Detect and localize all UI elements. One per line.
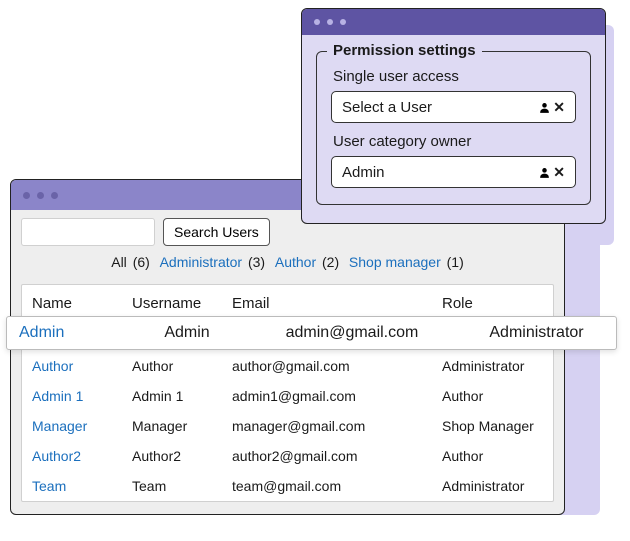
permission-settings-window: Permission settings Single user access S…: [301, 8, 606, 224]
user-category-owner-select[interactable]: Admin ✕: [331, 156, 576, 188]
clear-icon[interactable]: ✕: [553, 165, 565, 179]
cell-name[interactable]: Author2: [22, 441, 122, 471]
cell-name[interactable]: Author: [22, 351, 122, 381]
clear-icon[interactable]: ✕: [553, 100, 565, 114]
cell-username: Manager: [122, 411, 222, 441]
filter-administrator[interactable]: Administrator: [160, 254, 242, 270]
permission-settings-fieldset: Permission settings Single user access S…: [316, 51, 591, 205]
single-user-access-value: Select a User: [342, 99, 432, 116]
selected-email: admin@gmail.com: [247, 324, 457, 342]
window-dot: [37, 192, 44, 199]
cell-role: Author: [432, 381, 553, 411]
filter-shop-manager-count: (1): [447, 254, 464, 270]
cell-username: Admin 1: [122, 381, 222, 411]
filter-shop-manager[interactable]: Shop manager: [349, 254, 441, 270]
table-row[interactable]: Team Team team@gmail.com Administrator: [22, 471, 553, 501]
role-filters: All (6) Administrator (3) Author (2) Sho…: [11, 254, 564, 284]
cell-role: Administrator: [432, 351, 553, 381]
window-dot: [51, 192, 58, 199]
cell-email: team@gmail.com: [222, 471, 432, 501]
single-user-access-label: Single user access: [333, 68, 576, 85]
modal-titlebar: [302, 9, 605, 35]
cell-name[interactable]: Manager: [22, 411, 122, 441]
person-icon: [538, 166, 551, 179]
cell-email: admin1@gmail.com: [222, 381, 432, 411]
table-row[interactable]: Admin 1 Admin 1 admin1@gmail.com Author: [22, 381, 553, 411]
table-row[interactable]: Author Author author@gmail.com Administr…: [22, 351, 553, 381]
window-dot: [23, 192, 30, 199]
cell-email: author@gmail.com: [222, 351, 432, 381]
filter-all-label[interactable]: All: [111, 254, 127, 270]
window-dot: [327, 19, 333, 25]
table-row[interactable]: Manager Manager manager@gmail.com Shop M…: [22, 411, 553, 441]
cell-role: Shop Manager: [432, 411, 553, 441]
single-user-access-select[interactable]: Select a User ✕: [331, 91, 576, 123]
filter-administrator-count: (3): [248, 254, 265, 270]
cell-name[interactable]: Admin 1: [22, 381, 122, 411]
permission-settings-legend: Permission settings: [327, 42, 482, 59]
window-dot: [314, 19, 320, 25]
cell-email: author2@gmail.com: [222, 441, 432, 471]
cell-role: Administrator: [432, 471, 553, 501]
search-input[interactable]: [21, 218, 155, 246]
filter-all-count: (6): [133, 254, 150, 270]
selected-user-row[interactable]: Admin Admin admin@gmail.com Administrato…: [6, 316, 617, 350]
cell-name[interactable]: Team: [22, 471, 122, 501]
selected-username: Admin: [127, 324, 247, 342]
cell-role: Author: [432, 441, 553, 471]
user-category-owner-label: User category owner: [333, 133, 576, 150]
person-icon: [538, 101, 551, 114]
window-dot: [340, 19, 346, 25]
cell-username: Author: [122, 351, 222, 381]
cell-username: Author2: [122, 441, 222, 471]
selected-role: Administrator: [457, 324, 616, 342]
selected-name[interactable]: Admin: [7, 324, 127, 342]
table-row[interactable]: Author2 Author2 author2@gmail.com Author: [22, 441, 553, 471]
filter-author-count: (2): [322, 254, 339, 270]
filter-author[interactable]: Author: [275, 254, 316, 270]
cell-email: manager@gmail.com: [222, 411, 432, 441]
cell-username: Team: [122, 471, 222, 501]
user-category-owner-value: Admin: [342, 164, 385, 181]
search-users-button[interactable]: Search Users: [163, 218, 270, 246]
